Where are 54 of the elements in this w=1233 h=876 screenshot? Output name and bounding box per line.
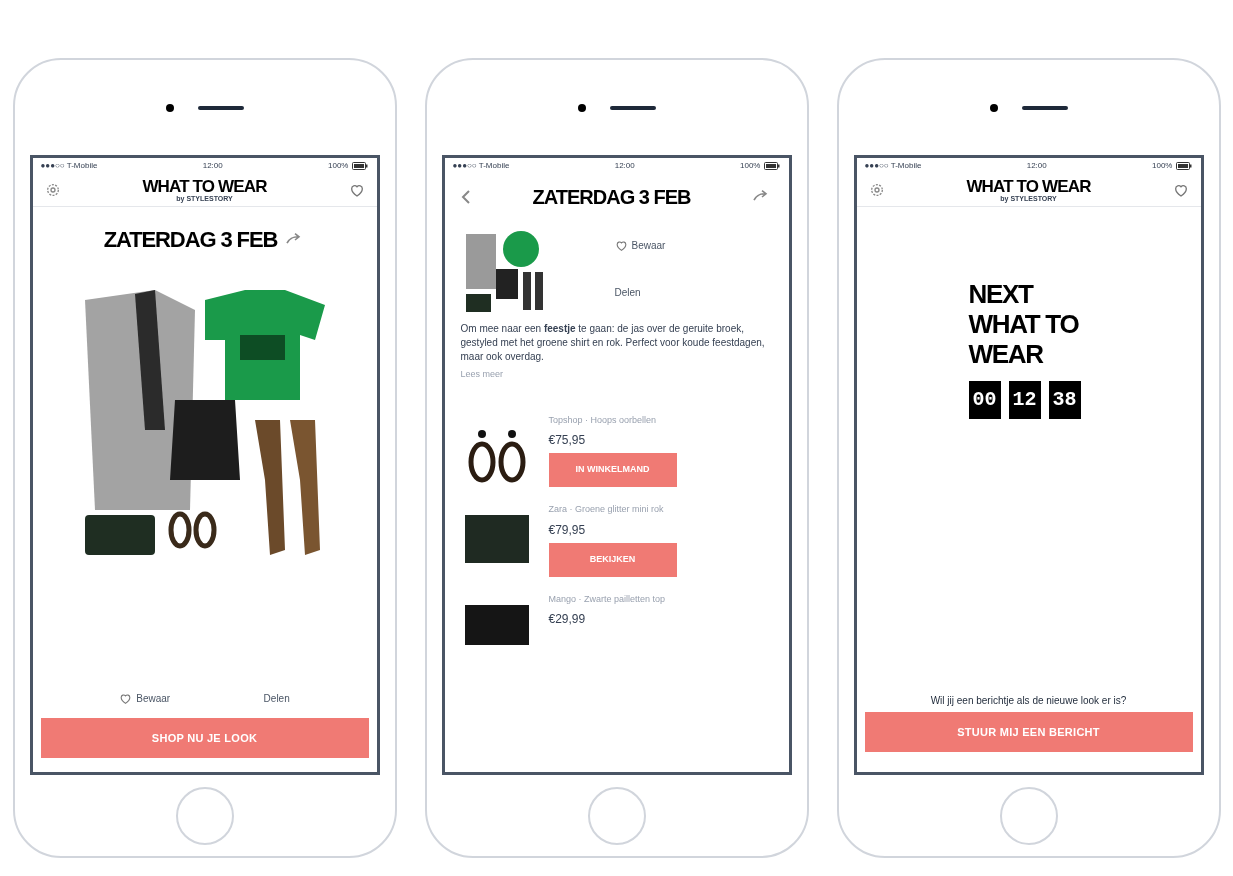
status-time: 12:00: [614, 160, 635, 172]
next-look-heading: WHAT TO: [968, 309, 1079, 339]
heart-icon[interactable]: [119, 692, 133, 705]
speaker-icon: [197, 105, 244, 110]
settings-icon[interactable]: [44, 182, 61, 198]
product-brand: Zara · Groene glitter mini rok: [548, 503, 664, 516]
heart-icon[interactable]: [614, 239, 628, 252]
favorites-icon[interactable]: [1172, 182, 1189, 198]
share-link[interactable]: Delen: [614, 285, 641, 300]
date-title: ZATERDAG 3 FEB: [103, 226, 278, 254]
product-button[interactable]: BEKIJKEN: [548, 542, 677, 577]
carrier-label: ●●●○○ T-Mobile: [452, 160, 510, 172]
battery-percent: 100%: [328, 160, 349, 172]
product-price: €29,99: [548, 611, 586, 628]
battery-percent: 100%: [740, 160, 761, 172]
notify-question: Wil jij een berichtje als de nieuwe look er is?: [929, 694, 1128, 708]
next-look-heading: NEXT: [968, 279, 1033, 309]
camera-icon: [989, 103, 998, 112]
app-logo-title: WHAT TO WEAR: [142, 178, 267, 195]
date-title: ZATERDAG 3 FEB: [532, 185, 691, 210]
settings-icon[interactable]: [868, 182, 885, 198]
carrier-label: ●●●○○ T-Mobile: [40, 160, 98, 172]
read-more-link[interactable]: Lees meer: [444, 368, 789, 382]
next-look-heading: WEAR: [968, 339, 1043, 369]
speaker-icon: [1021, 105, 1068, 110]
product-brand: Topshop · Hoops oorbellen: [548, 413, 657, 427]
camera-icon: [577, 103, 586, 112]
battery-icon: [352, 162, 369, 170]
battery-icon: [1176, 162, 1193, 170]
product-button[interactable]: IN WINKELMAND: [548, 453, 677, 487]
app-logo-title: WHAT TO WEAR: [966, 178, 1091, 195]
shop-look-button[interactable]: SHOP NU JE LOOK: [40, 718, 369, 758]
save-link[interactable]: Bewaar: [136, 691, 171, 706]
look-description: Om mee naar een feestje te gaan: de jas over de geruite broek, gestyled met het groene shirt en rok. Perfect voor koude feestdagen, maar ook overdag.: [459, 322, 766, 364]
speaker-icon: [609, 105, 656, 110]
carrier-label: ●●●○○ T-Mobile: [864, 160, 922, 172]
photo-placeholder: [464, 515, 529, 563]
status-time: 12:00: [202, 160, 223, 172]
camera-icon: [165, 103, 174, 112]
back-icon[interactable]: [460, 190, 471, 204]
product-price: €75,95: [548, 432, 586, 449]
product-price: €79,95: [548, 521, 586, 539]
favorites-icon[interactable]: [348, 182, 365, 198]
notify-button[interactable]: STUUR MIJ EEN BERICHT: [864, 712, 1193, 752]
countdown-digit: 00: [968, 381, 1001, 419]
countdown-digit: 38: [1048, 381, 1081, 419]
battery-icon: [764, 162, 781, 170]
photo-placeholder: [464, 604, 529, 645]
battery-percent: 100%: [1152, 160, 1173, 172]
countdown-digit: 12: [1008, 381, 1041, 419]
product-brand: Mango · Zwarte pailletten top: [548, 592, 666, 606]
share-link[interactable]: Delen: [263, 691, 290, 706]
status-time: 12:00: [1026, 160, 1047, 172]
save-link[interactable]: Bewaar: [631, 238, 666, 253]
